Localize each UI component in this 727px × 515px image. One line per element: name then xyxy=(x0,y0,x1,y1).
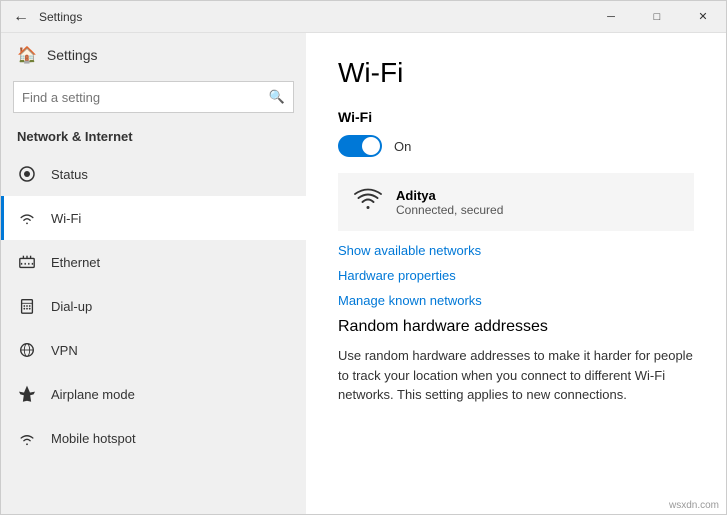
sidebar-item-label-dialup: Dial-up xyxy=(51,299,92,314)
sidebar-item-label-vpn: VPN xyxy=(51,343,78,358)
wifi-toggle-label: On xyxy=(394,139,411,154)
page-title: Wi-Fi xyxy=(338,57,694,89)
main-layout: 🏠 Settings 🔍 Network & Internet Status xyxy=(1,33,726,514)
titlebar-controls: ─ □ ✕ xyxy=(588,1,726,33)
restore-button[interactable]: □ xyxy=(634,1,680,33)
search-icon: 🔍 xyxy=(269,89,285,105)
minimize-button[interactable]: ─ xyxy=(588,1,634,33)
titlebar: ← Settings ─ □ ✕ xyxy=(1,1,726,33)
wifi-section-title: Wi-Fi xyxy=(338,109,694,125)
network-wifi-icon xyxy=(354,185,382,219)
watermark: wsxdn.com xyxy=(669,500,719,511)
show-available-networks-link[interactable]: Show available networks xyxy=(338,243,694,258)
close-button[interactable]: ✕ xyxy=(680,1,726,33)
random-hw-title: Random hardware addresses xyxy=(338,318,694,336)
titlebar-title: Settings xyxy=(39,10,82,24)
search-input[interactable] xyxy=(22,90,269,105)
sidebar-item-airplane[interactable]: Airplane mode xyxy=(1,372,306,416)
dialup-icon xyxy=(17,296,37,316)
settings-window: ← Settings ─ □ ✕ 🏠 Settings 🔍 Network & … xyxy=(0,0,727,515)
sidebar-item-status[interactable]: Status xyxy=(1,152,306,196)
network-info: Aditya Connected, secured xyxy=(396,188,503,217)
sidebar-item-label-wifi: Wi-Fi xyxy=(51,211,81,226)
network-status: Connected, secured xyxy=(396,203,503,217)
sidebar-item-label-status: Status xyxy=(51,167,88,182)
titlebar-left: ← Settings xyxy=(13,8,82,26)
status-icon xyxy=(17,164,37,184)
content-area: Wi-Fi Wi-Fi On xyxy=(306,33,726,514)
home-icon: 🏠 xyxy=(17,45,37,65)
sidebar-section-label: Network & Internet xyxy=(1,125,306,152)
wifi-toggle[interactable] xyxy=(338,135,382,157)
sidebar-item-wifi[interactable]: Wi-Fi xyxy=(1,196,306,240)
wifi-toggle-row: On xyxy=(338,135,694,157)
airplane-icon xyxy=(17,384,37,404)
vpn-icon xyxy=(17,340,37,360)
sidebar-item-ethernet[interactable]: Ethernet xyxy=(1,240,306,284)
random-hw-description: Use random hardware addresses to make it… xyxy=(338,346,694,405)
toggle-knob xyxy=(362,137,380,155)
sidebar-item-label-ethernet: Ethernet xyxy=(51,255,100,270)
hotspot-icon xyxy=(17,428,37,448)
wifi-icon xyxy=(17,208,37,228)
manage-known-networks-link[interactable]: Manage known networks xyxy=(338,293,694,308)
sidebar-item-dialup[interactable]: Dial-up xyxy=(1,284,306,328)
sidebar-item-label-airplane: Airplane mode xyxy=(51,387,135,402)
ethernet-icon xyxy=(17,252,37,272)
sidebar-app-label: Settings xyxy=(47,47,98,63)
hardware-properties-link[interactable]: Hardware properties xyxy=(338,268,694,283)
network-card: Aditya Connected, secured xyxy=(338,173,694,231)
sidebar-home-button[interactable]: 🏠 Settings xyxy=(1,33,306,77)
sidebar-item-hotspot[interactable]: Mobile hotspot xyxy=(1,416,306,460)
search-box[interactable]: 🔍 xyxy=(13,81,294,113)
sidebar: 🏠 Settings 🔍 Network & Internet Status xyxy=(1,33,306,514)
sidebar-item-label-hotspot: Mobile hotspot xyxy=(51,431,136,446)
sidebar-item-vpn[interactable]: VPN xyxy=(1,328,306,372)
back-arrow-icon[interactable]: ← xyxy=(13,8,29,26)
network-name: Aditya xyxy=(396,188,503,203)
